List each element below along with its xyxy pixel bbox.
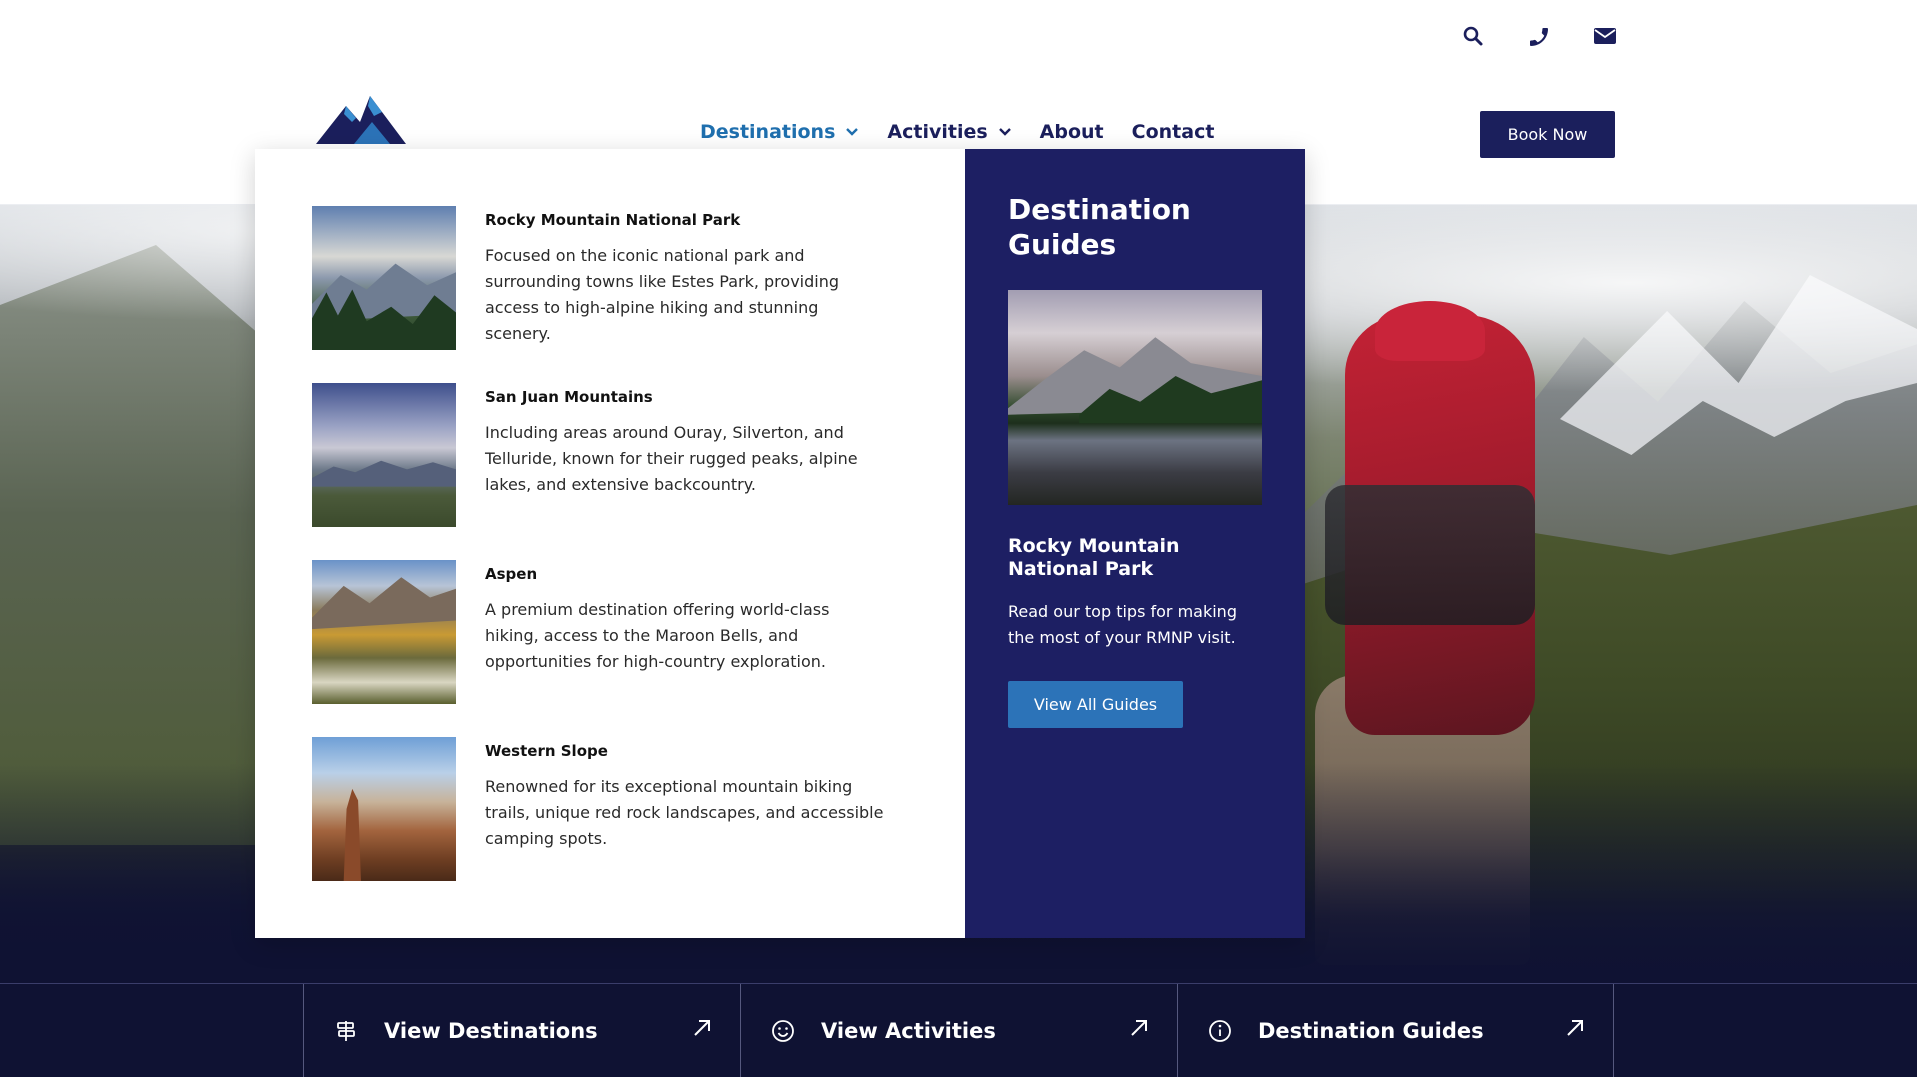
search-icon[interactable] [1461, 24, 1485, 48]
quick-link-activities[interactable]: View Activities [740, 984, 1177, 1077]
destination-item[interactable]: San Juan Mountains Including areas aroun… [312, 383, 965, 527]
destination-thumbnail [312, 206, 456, 350]
view-all-guides-button[interactable]: View All Guides [1008, 681, 1183, 728]
info-icon [1209, 1020, 1231, 1042]
destination-thumbnail [312, 560, 456, 704]
smile-icon [772, 1020, 794, 1042]
quick-link-destinations[interactable]: View Destinations [303, 984, 740, 1077]
destination-title[interactable]: Rocky Mountain National Park [485, 211, 885, 229]
guide-featured-image[interactable] [1008, 290, 1262, 505]
quick-link-label: Destination Guides [1258, 1019, 1484, 1043]
destination-title[interactable]: Aspen [485, 565, 885, 583]
nav-about[interactable]: About [1040, 121, 1104, 143]
nav-destinations-label: Destinations [700, 121, 836, 143]
quick-link-guides[interactable]: Destination Guides [1177, 984, 1614, 1077]
quick-links-bar: View Destinations View Activities Destin… [0, 983, 1917, 1077]
nav-activities[interactable]: Activities [887, 121, 1011, 143]
destination-item[interactable]: Rocky Mountain National Park Focused on … [312, 206, 965, 350]
nav-contact-label: Contact [1131, 121, 1215, 143]
destination-thumbnail [312, 383, 456, 527]
destination-item[interactable]: Aspen A premium destination offering wor… [312, 560, 965, 704]
destination-guides-panel: Destination Guides Rocky Mountain Nation… [965, 149, 1305, 938]
destination-thumbnail [312, 737, 456, 881]
nav-activities-label: Activities [887, 121, 988, 143]
destination-description: Including areas around Ouray, Silverton,… [485, 423, 858, 494]
phone-icon[interactable] [1527, 24, 1551, 48]
arrow-up-right-icon [1131, 1020, 1147, 1036]
destination-title[interactable]: Western Slope [485, 742, 885, 760]
signpost-icon [337, 1021, 355, 1041]
chevron-down-icon [846, 128, 859, 136]
nav-about-label: About [1039, 121, 1104, 143]
book-now-button[interactable]: Book Now [1480, 111, 1615, 158]
quick-link-label: View Activities [821, 1019, 996, 1043]
destination-description: Renowned for its exceptional mountain bi… [485, 777, 884, 848]
hiker-backpack-lid [1375, 301, 1485, 361]
mail-icon[interactable] [1593, 24, 1617, 48]
hiker-backpack-straps [1325, 485, 1535, 625]
guides-heading: Destination Guides [1008, 193, 1191, 261]
arrow-up-right-icon [694, 1020, 710, 1036]
guide-featured-description: Read our top tips for making the most of… [1008, 602, 1237, 647]
destinations-mega-menu: Rocky Mountain National Park Focused on … [255, 149, 1305, 938]
chevron-down-icon [998, 128, 1011, 136]
site-logo[interactable] [316, 92, 406, 152]
quick-link-label: View Destinations [384, 1019, 598, 1043]
utility-icons [1461, 24, 1617, 48]
destination-item[interactable]: Western Slope Renowned for its exception… [312, 737, 965, 881]
nav-contact[interactable]: Contact [1132, 121, 1215, 143]
destination-description: Focused on the iconic national park and … [485, 246, 839, 343]
guide-featured-title[interactable]: Rocky Mountain National Park [1008, 535, 1262, 581]
destination-title[interactable]: San Juan Mountains [485, 388, 885, 406]
destination-list: Rocky Mountain National Park Focused on … [255, 149, 965, 938]
main-nav: Destinations Activities About Contact [700, 121, 1214, 143]
nav-destinations[interactable]: Destinations [700, 121, 859, 143]
arrow-up-right-icon [1567, 1020, 1583, 1036]
destination-description: A premium destination offering world-cla… [485, 600, 830, 671]
